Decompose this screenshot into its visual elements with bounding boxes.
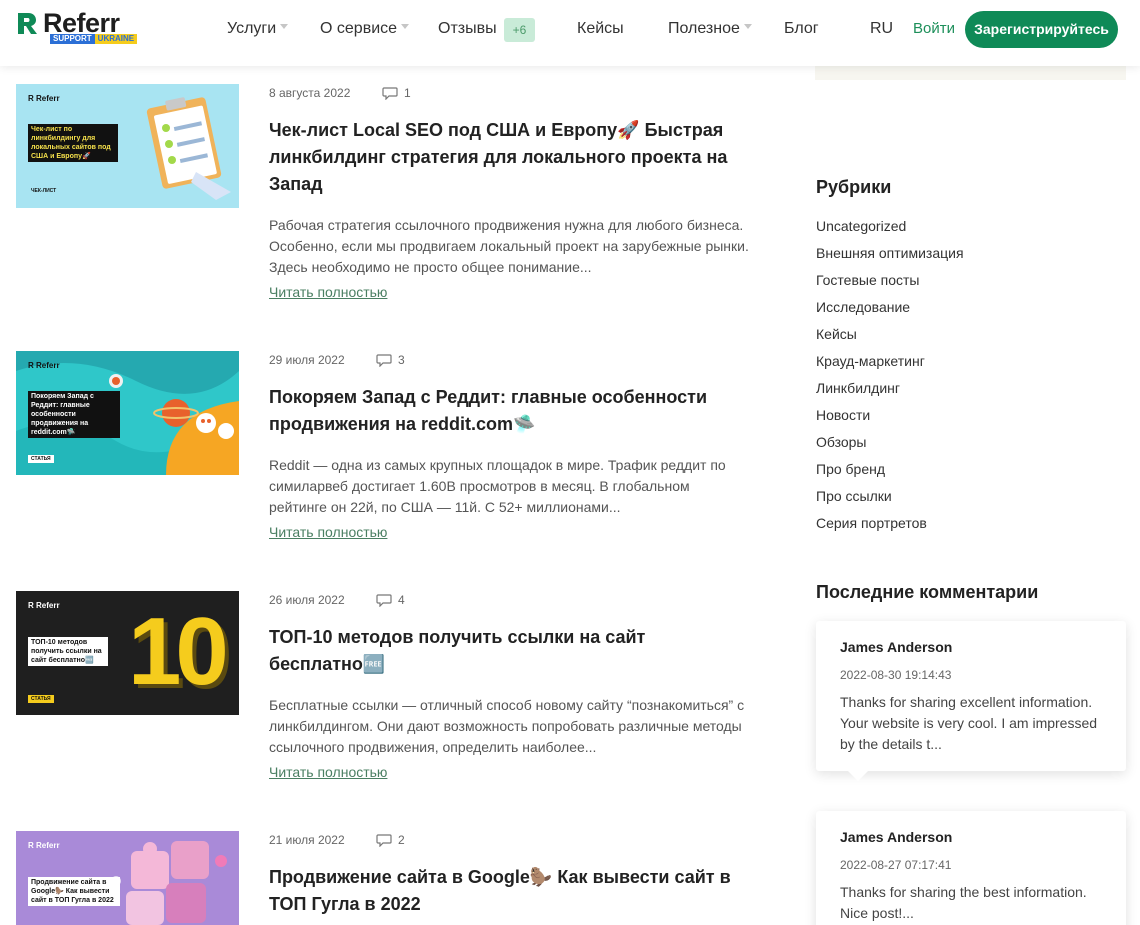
post-comment-count[interactable]: 3 <box>376 353 416 367</box>
post-excerpt: Бесплатные ссылки — отличный способ ново… <box>269 697 745 755</box>
nav-blog[interactable]: Блог <box>784 19 819 39</box>
post-date: 26 июля 2022 <box>269 593 345 607</box>
comment-count: 3 <box>398 353 405 367</box>
post-comment-count[interactable]: 4 <box>376 593 416 607</box>
category-link[interactable]: Uncategorized <box>816 217 906 235</box>
post-title[interactable]: Покоряем Запад с Реддит: главные особенн… <box>269 384 739 438</box>
nav-cases[interactable]: Кейсы <box>577 19 624 39</box>
category-link[interactable]: Обзоры <box>816 433 867 451</box>
post-title[interactable]: Продвижение сайта в Google🦫 Как вывести … <box>269 864 739 918</box>
post-title[interactable]: ТОП-10 методов получить ссылки на сайт б… <box>269 624 739 678</box>
comment-author: James Anderson <box>840 829 953 845</box>
thumb-caption: Продвижение сайта в Google🦫 Как вывести … <box>28 877 120 906</box>
post-comment-count[interactable]: 1 <box>382 86 422 100</box>
category-link[interactable]: Исследование <box>816 298 910 316</box>
category-link[interactable]: Линкбилдинг <box>816 379 900 397</box>
category-link[interactable]: Про бренд <box>816 460 885 478</box>
nav-services-label: Услуги <box>227 20 277 37</box>
comment-card[interactable]: James Anderson 2022-08-30 19:14:43 Thank… <box>816 621 1126 781</box>
comment-count: 2 <box>398 833 405 847</box>
thumb-logo: R Referr <box>28 94 60 103</box>
comment-text: Thanks for sharing excellent information… <box>840 694 1098 752</box>
nav-reviews[interactable]: Отзывы <box>438 19 497 39</box>
comment-count: 4 <box>398 593 405 607</box>
comment-text: Thanks for sharing the best information.… <box>840 884 1087 921</box>
post-thumbnail[interactable]: R Referr ТОП-10 методов получить ссылки … <box>16 591 239 715</box>
comment-date: 2022-08-30 19:14:43 <box>840 668 952 682</box>
comment-card[interactable]: James Anderson 2022-08-27 07:17:41 Thank… <box>816 811 1126 925</box>
login-link[interactable]: Войти <box>913 20 955 37</box>
post-excerpt: Рабочая стратегия ссылочного продвижения… <box>269 217 749 275</box>
site-logo[interactable]: Referr SUPPORT UKRAINE <box>16 8 138 45</box>
thumb-tag: ЧЕК-ЛИСТ <box>31 188 57 194</box>
thumb-logo: R Referr <box>28 841 60 850</box>
post-excerpt: Reddit — одна из самых крупных площадок … <box>269 457 726 515</box>
logo-support-ukraine: SUPPORT UKRAINE <box>50 34 138 44</box>
logo-sub-support: SUPPORT <box>50 34 95 44</box>
reviews-count-badge: +6 <box>504 18 535 42</box>
post-thumbnail[interactable]: R Referr Покоряем Запад с Реддит: главны… <box>16 351 239 475</box>
clipboard-checklist-illustration <box>146 97 231 200</box>
comment-icon <box>376 834 392 847</box>
register-button[interactable]: Зарегистрируйтесь <box>965 11 1118 48</box>
thumb-logo: R Referr <box>28 601 60 610</box>
read-more-link[interactable]: Читать полностью <box>269 284 387 300</box>
category-link[interactable]: Про ссылки <box>816 487 892 505</box>
category-link[interactable]: Серия портретов <box>816 514 927 532</box>
thumb-caption: Чек-лист по линкбилдингу для локальных с… <box>28 124 118 162</box>
category-link[interactable]: Крауд-маркетинг <box>816 352 925 370</box>
categories-heading: Рубрики <box>816 177 892 197</box>
recent-comments-heading: Последние комментарии <box>816 582 1039 602</box>
nav-services[interactable]: Услуги <box>227 19 289 39</box>
comment-count: 1 <box>404 86 411 100</box>
thumb-tag: СТАТЬЯ <box>28 455 54 463</box>
site-header: Referr SUPPORT UKRAINE Услуги О сервисе … <box>0 0 1140 66</box>
thumb-logo: R Referr <box>28 361 60 370</box>
comment-icon <box>376 354 392 367</box>
thumb-caption: Покоряем Запад с Реддит: главные особенн… <box>28 391 120 438</box>
category-link[interactable]: Гостевые посты <box>816 271 920 289</box>
post-date: 29 июля 2022 <box>269 353 345 367</box>
post-date: 21 июля 2022 <box>269 833 345 847</box>
thumb-tag: СТАТЬЯ <box>28 695 54 703</box>
category-link[interactable]: Новости <box>816 406 870 424</box>
post-thumbnail[interactable]: R Referr Продвижение сайта в Google🦫 Как… <box>16 831 239 925</box>
nav-useful-label: Полезное <box>668 20 740 37</box>
post-title[interactable]: Чек-лист Local SEO под США и Европу🚀 Быс… <box>269 117 739 198</box>
thumb-number: 10 <box>128 598 229 705</box>
comment-icon <box>382 87 398 100</box>
comment-date: 2022-08-27 07:17:41 <box>840 858 952 872</box>
category-link[interactable]: Кейсы <box>816 325 857 343</box>
nav-cases-label: Кейсы <box>577 20 624 37</box>
logo-sub-ukraine: UKRAINE <box>94 34 138 44</box>
language-switcher[interactable]: RU <box>870 19 893 39</box>
post-comment-count[interactable]: 2 <box>376 833 416 847</box>
chevron-down-icon <box>401 24 410 30</box>
post-date: 8 августа 2022 <box>269 86 351 100</box>
post-thumbnail[interactable]: R Referr Чек-лист по линкбилдингу для ло… <box>16 84 239 208</box>
read-more-link[interactable]: Читать полностью <box>269 524 387 540</box>
sidebar-banner-edge <box>815 66 1126 80</box>
referr-logo-icon <box>18 13 37 34</box>
nav-useful[interactable]: Полезное <box>668 19 752 39</box>
thumb-caption: ТОП-10 методов получить ссылки на сайт б… <box>28 637 108 666</box>
nav-reviews-label: Отзывы <box>438 20 497 37</box>
language-label: RU <box>870 20 894 37</box>
nav-about-label: О сервисе <box>320 20 398 37</box>
nav-about[interactable]: О сервисе <box>320 19 410 39</box>
chevron-down-icon <box>280 24 289 30</box>
category-link[interactable]: Внешняя оптимизация <box>816 244 964 262</box>
nav-blog-label: Блог <box>784 20 819 37</box>
chevron-down-icon <box>743 24 752 30</box>
comment-author: James Anderson <box>840 639 953 655</box>
comment-icon <box>376 594 392 607</box>
read-more-link[interactable]: Читать полностью <box>269 764 387 780</box>
